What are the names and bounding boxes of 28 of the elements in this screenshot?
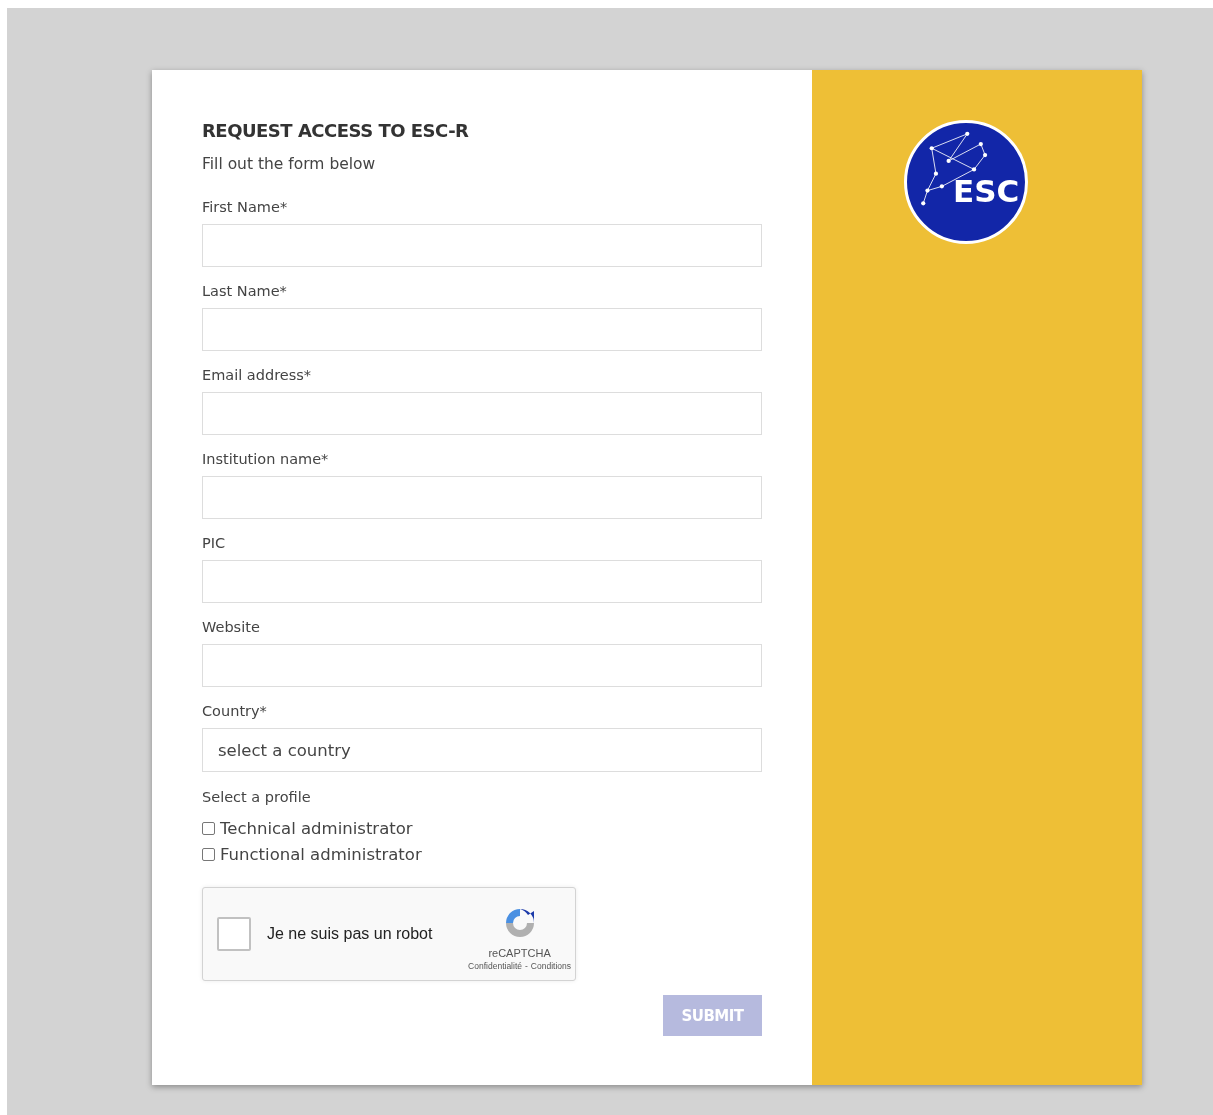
captcha-checkbox[interactable] bbox=[217, 917, 251, 951]
field-label: Website bbox=[202, 619, 260, 635]
field-label: PIC bbox=[202, 535, 226, 551]
logo-text: ESC bbox=[953, 173, 1020, 209]
input-field[interactable] bbox=[202, 392, 762, 435]
input-field[interactable] bbox=[202, 308, 762, 351]
input-field[interactable] bbox=[202, 476, 762, 519]
checkbox[interactable] bbox=[202, 821, 215, 835]
profile-label: Select a profile bbox=[202, 789, 311, 805]
captcha-label: Je ne suis pas un robot bbox=[267, 925, 434, 943]
captcha-brand: reCAPTCHA bbox=[488, 947, 551, 959]
terms-link[interactable]: Conditions bbox=[530, 961, 571, 971]
checkbox[interactable] bbox=[202, 847, 215, 861]
checkbox-label: Functional administrator bbox=[220, 844, 422, 864]
link-separator: - bbox=[525, 961, 528, 971]
field-label: Country* bbox=[202, 703, 267, 719]
input-field[interactable] bbox=[202, 560, 762, 603]
country-select[interactable]: select a country bbox=[202, 728, 762, 772]
input-field[interactable] bbox=[202, 644, 762, 687]
input-field[interactable] bbox=[202, 224, 762, 267]
field-label: Last Name* bbox=[202, 283, 287, 299]
field-label: Institution name* bbox=[202, 451, 329, 467]
form-title: REQUEST ACCESS TO ESC-R bbox=[202, 120, 469, 141]
field-label: Email address* bbox=[202, 367, 312, 383]
field-label: First Name* bbox=[202, 199, 288, 215]
checkbox-label: Technical administrator bbox=[220, 818, 413, 838]
privacy-link[interactable]: Confidentialité bbox=[468, 961, 522, 971]
form-subtitle: Fill out the form below bbox=[202, 155, 376, 173]
